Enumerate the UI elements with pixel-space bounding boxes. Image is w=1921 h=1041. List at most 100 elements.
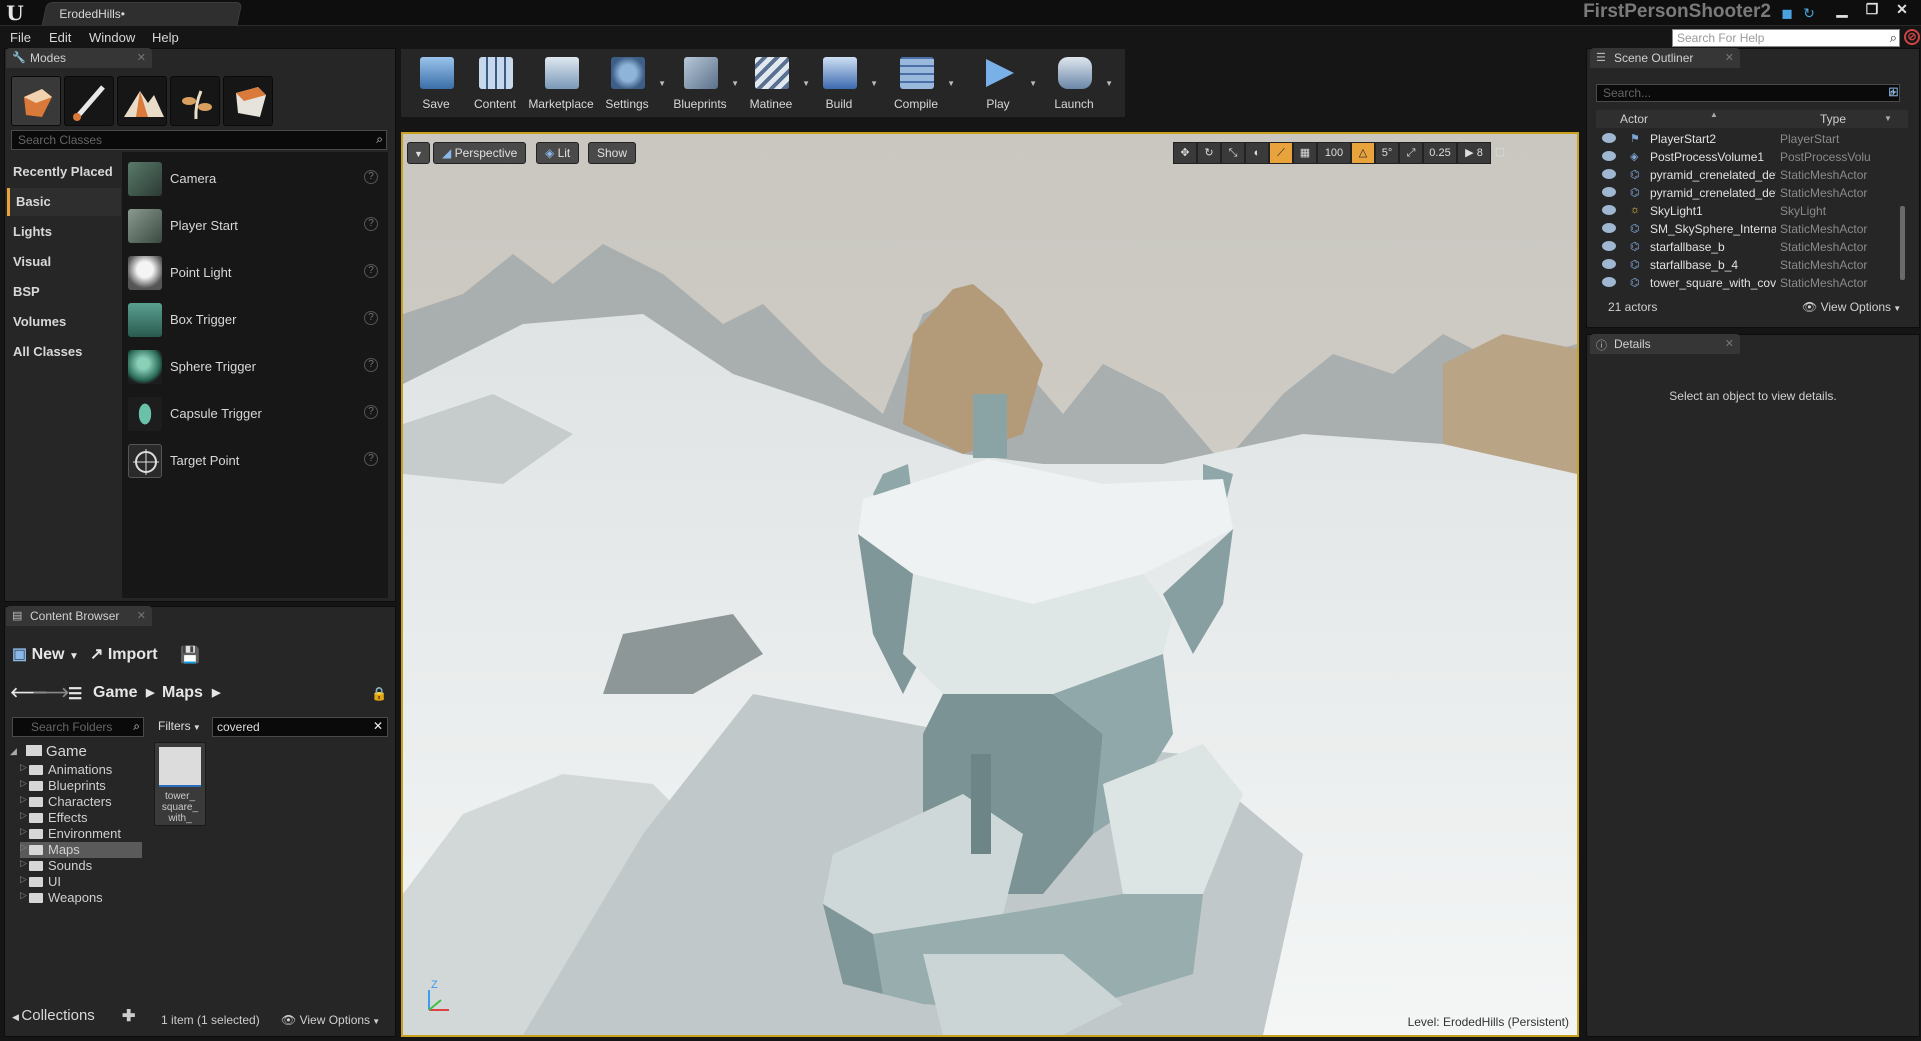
outliner-row[interactable]: ⌬ starfallbase_b_4 StaticMeshActor — [1596, 256, 1900, 274]
launch-button[interactable]: Launch ▼ — [1041, 49, 1113, 117]
visibility-eye-icon[interactable] — [1602, 205, 1616, 215]
chevron-down-icon[interactable]: ▼ — [658, 79, 666, 88]
import-button[interactable]: ↗ Import — [90, 644, 158, 664]
outliner-search-input[interactable]: Search... ⌕ — [1596, 84, 1900, 102]
visibility-eye-icon[interactable] — [1602, 277, 1616, 287]
unreal-logo-icon[interactable]: U — [4, 2, 26, 24]
outliner-row[interactable]: ⚑ PlayerStart2 PlayerStart — [1596, 130, 1900, 148]
breadcrumb-separator-icon[interactable]: ▶ — [146, 686, 154, 699]
matinee-button[interactable]: Matinee ▼ — [738, 49, 810, 117]
scale-icon[interactable]: ⤡ — [1221, 142, 1245, 164]
create-folder-icon[interactable]: ⊞ — [1888, 84, 1899, 100]
paint-mode-button[interactable] — [64, 76, 114, 126]
visibility-eye-icon[interactable] — [1602, 223, 1616, 233]
chat-icon[interactable]: ◼ — [1778, 4, 1796, 22]
settings-button[interactable]: Settings ▼ — [594, 49, 666, 117]
close-tab-icon[interactable]: ✕ — [137, 609, 146, 622]
camera-speed-button[interactable]: ▶ 8 — [1457, 142, 1491, 164]
close-tab-icon[interactable]: ✕ — [137, 51, 146, 64]
viewport-options-button[interactable]: ▼ — [407, 142, 430, 164]
outliner-scrollbar[interactable] — [1900, 206, 1905, 280]
category-lights[interactable]: Lights — [7, 218, 121, 246]
folder-characters[interactable]: ▷ Characters — [20, 794, 142, 810]
outliner-row[interactable]: ⌬ starfallbase_b StaticMeshActor — [1596, 238, 1900, 256]
marketplace-button[interactable]: Marketplace — [528, 49, 594, 117]
help-icon[interactable]: ? — [364, 358, 378, 372]
menu-edit[interactable]: Edit — [49, 30, 71, 45]
rotation-snap-value[interactable]: 5° — [1375, 142, 1399, 164]
visibility-eye-icon[interactable] — [1602, 259, 1616, 269]
visibility-eye-icon[interactable] — [1602, 151, 1616, 161]
category-all-classes[interactable]: All Classes — [7, 338, 121, 366]
place-item-point-light[interactable]: Point Light? — [122, 250, 388, 294]
visibility-eye-icon[interactable] — [1602, 187, 1616, 197]
rotation-snap-icon[interactable]: △ — [1351, 142, 1375, 164]
column-actor[interactable]: Actor — [1620, 112, 1648, 126]
outliner-row[interactable]: ⌬ pyramid_crenelated_details_b StaticMeshA… — [1596, 166, 1900, 184]
content-button[interactable]: Content — [462, 49, 528, 117]
close-tab-icon[interactable]: ✕ — [1725, 337, 1734, 350]
grid-snap-icon[interactable]: ▦ — [1293, 142, 1317, 164]
breadcrumb-separator-icon[interactable]: ▶ — [212, 686, 220, 699]
menu-help[interactable]: Help — [152, 30, 179, 45]
close-tab-icon[interactable]: ✕ — [1725, 51, 1734, 64]
rotate-icon[interactable]: ↻ — [1197, 142, 1221, 164]
scale-snap-icon[interactable]: ⤢ — [1399, 142, 1423, 164]
outliner-row[interactable]: ☼ SkyLight1 SkyLight — [1596, 202, 1900, 220]
menu-file[interactable]: File — [10, 30, 31, 45]
asset-filter-input[interactable]: covered ✕ — [212, 717, 388, 737]
lock-icon[interactable]: 🔒 — [371, 686, 387, 702]
compile-button[interactable]: Compile ▼ — [883, 49, 955, 117]
help-icon[interactable]: ? — [364, 217, 378, 231]
clear-icon[interactable]: ✕ — [373, 719, 383, 733]
new-asset-button[interactable]: ▣ New ▼ — [12, 644, 79, 664]
help-icon[interactable]: ? — [364, 170, 378, 184]
landscape-mode-button[interactable] — [117, 76, 167, 126]
surface-snap-icon[interactable]: ⟋ — [1269, 142, 1293, 164]
sources-toggle-icon[interactable]: ☰ — [68, 684, 82, 704]
outliner-view-options-button[interactable]: 👁 View Options ▼ — [1802, 300, 1901, 314]
blueprints-button[interactable]: Blueprints ▼ — [667, 49, 739, 117]
add-collection-icon[interactable]: ✚ — [122, 1006, 135, 1026]
forward-icon[interactable]: 🡒 — [32, 684, 70, 701]
sort-arrow-icon[interactable]: ▲ — [1710, 110, 1718, 119]
category-basic[interactable]: Basic — [7, 188, 121, 216]
place-item-capsule-trigger[interactable]: Capsule Trigger? — [122, 391, 388, 435]
place-item-target-point[interactable]: Target Point? — [122, 438, 388, 482]
help-icon[interactable]: ? — [364, 452, 378, 466]
search-folders-input[interactable]: Search Folders ⌕ — [12, 717, 144, 737]
visibility-eye-icon[interactable] — [1602, 133, 1616, 143]
perspective-button[interactable]: ◢ Perspective — [433, 142, 527, 164]
visibility-eye-icon[interactable] — [1602, 169, 1616, 179]
tree-root-game[interactable]: ◢ Game — [10, 743, 87, 760]
details-tab[interactable]: ⓘ Details ✕ — [1590, 334, 1740, 354]
build-button[interactable]: Build ▼ — [806, 49, 878, 117]
chevron-down-icon[interactable]: ▼ — [1105, 79, 1113, 88]
asset-tile[interactable]: tower_ square_ with_ — [154, 742, 206, 826]
folder-environment[interactable]: ▷ Environment — [20, 826, 142, 842]
breadcrumb-game[interactable]: Game — [93, 684, 137, 702]
source-control-icon[interactable]: ↻ — [1800, 4, 1818, 22]
play-button[interactable]: Play ▼ — [965, 49, 1037, 117]
place-item-box-trigger[interactable]: Box Trigger? — [122, 297, 388, 341]
scene-outliner-tab[interactable]: ☰ Scene Outliner ✕ — [1590, 48, 1740, 68]
help-icon[interactable]: ? — [364, 405, 378, 419]
outliner-row[interactable]: ◈ PostProcessVolume1 PostProcessVolume — [1596, 148, 1900, 166]
place-item-camera[interactable]: Camera? — [122, 156, 388, 200]
outliner-row[interactable]: ⌬ tower_square_with_covered_p StaticMeshAc… — [1596, 274, 1900, 292]
maximize-button[interactable]: ❐ — [1858, 0, 1886, 20]
modes-tab[interactable]: 🔧 Modes ✕ — [6, 48, 152, 68]
place-item-player-start[interactable]: Player Start? — [122, 203, 388, 247]
search-classes-input[interactable]: Search Classes ⌕ — [11, 130, 387, 150]
visibility-eye-icon[interactable] — [1602, 241, 1616, 251]
chevron-down-icon[interactable]: ▼ — [1029, 79, 1037, 88]
menu-window[interactable]: Window — [89, 30, 135, 45]
place-item-sphere-trigger[interactable]: Sphere Trigger? — [122, 344, 388, 388]
help-close-icon[interactable]: ⊘ — [1904, 29, 1920, 45]
folder-blueprints[interactable]: ▷ Blueprints — [20, 778, 142, 794]
grid-snap-value[interactable]: 100 — [1317, 142, 1351, 164]
scale-snap-value[interactable]: 0.25 — [1423, 142, 1457, 164]
folder-ui[interactable]: ▷ UI — [20, 874, 142, 890]
content-view-options-button[interactable]: 👁 View Options ▼ — [281, 1013, 380, 1027]
column-type[interactable]: Type — [1820, 112, 1846, 126]
